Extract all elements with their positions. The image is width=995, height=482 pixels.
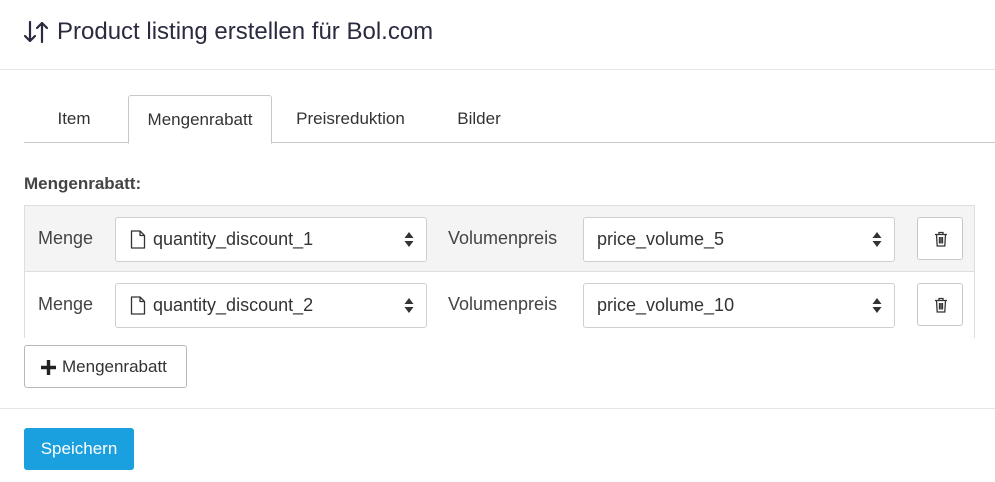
menge-select[interactable]: quantity_discount_1 [115,217,427,262]
delete-row-button[interactable] [917,217,963,260]
select-arrows-icon [404,298,414,313]
menge-select-value: quantity_discount_1 [153,229,314,249]
save-button[interactable]: Speichern [24,428,134,470]
tab-mengenrabatt[interactable]: Mengenrabatt [128,95,272,144]
discount-rows: Menge quantity_discount_1 Volumenpreis p… [24,205,975,338]
page-header: Product listing erstellen für Bol.com [0,0,995,70]
file-icon [130,296,146,315]
trash-icon [935,297,947,313]
add-button-label: Mengenrabatt [62,357,167,376]
file-icon [130,230,146,249]
volumenpreis-label: Volumenpreis [448,294,558,314]
add-mengenrabatt-button[interactable]: Mengenrabatt [24,345,187,388]
volumenpreis-select-value: price_volume_10 [597,295,735,315]
trash-icon [935,231,947,247]
volumenpreis-select-value: price_volume_5 [597,229,725,249]
delete-row-button[interactable] [917,283,963,326]
tab-preisreduktion[interactable]: Preisreduktion [282,95,419,143]
section-label: Mengenrabatt: [24,174,142,193]
tab-bilder[interactable]: Bilder [444,95,514,143]
discount-row: Menge quantity_discount_1 Volumenpreis p… [25,206,974,272]
menge-select[interactable]: quantity_discount_2 [115,283,427,328]
menge-label: Menge [38,294,94,314]
sort-arrows-icon [23,20,49,44]
tab-bar: Item Mengenrabatt Preisreduktion Bilder [24,95,995,144]
select-arrows-icon [872,232,882,247]
plus-icon [41,360,56,375]
tab-item[interactable]: Item [24,95,124,143]
menge-select-value: quantity_discount_2 [153,295,314,315]
select-arrows-icon [872,298,882,313]
page-title: Product listing erstellen für Bol.com [57,18,434,45]
discount-row: Menge quantity_discount_2 Volumenpreis p… [25,272,974,338]
volumenpreis-select[interactable]: price_volume_5 [583,217,895,262]
menge-label: Menge [38,228,94,248]
select-arrows-icon [404,232,414,247]
volumenpreis-select[interactable]: price_volume_10 [583,283,895,328]
volumenpreis-label: Volumenpreis [448,228,558,248]
divider [0,408,995,409]
